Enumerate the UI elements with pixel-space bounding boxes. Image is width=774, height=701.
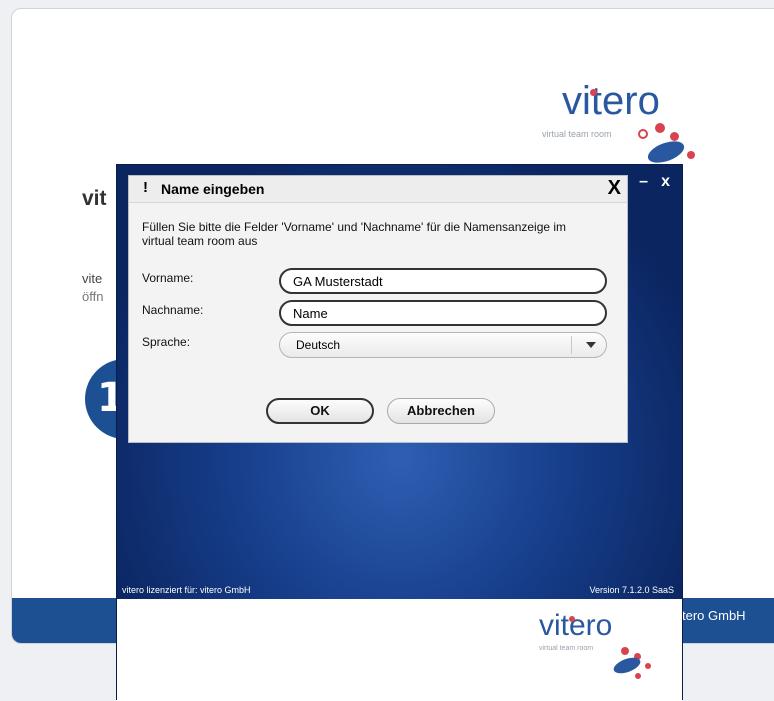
logo-wordmark: vitero [539,609,613,642]
footer-text: tero GmbH [682,608,746,623]
minimize-button[interactable]: – [639,173,648,191]
logo-dot [687,151,695,159]
select-divider [571,336,572,354]
language-select-value: Deutsch [296,338,341,352]
dialog-close-button[interactable]: X [608,177,621,200]
language-label: Sprache: [142,335,191,349]
chevron-down-icon [586,342,596,348]
logo-dot [638,129,648,139]
license-text: vitero lizenziert für: vitero GmbH [122,585,251,595]
last-name-label: Nachname: [142,303,204,317]
logo-tagline: virtual team room [539,645,594,652]
logo-tagline: virtual team room [542,129,612,139]
background-heading: vit [82,187,107,210]
logo-ellipse [645,137,687,167]
dialog-title: Name eingeben [161,181,265,197]
ok-button[interactable]: OK [266,398,374,424]
language-select[interactable]: Deutsch [279,332,607,358]
cancel-button[interactable]: Abbrechen [387,398,495,424]
logo-wordmark: vitero [562,79,660,123]
version-text: Version 7.1.2.0 SaaS [589,585,674,595]
first-name-input[interactable] [279,268,607,294]
background-text: vite [82,271,103,286]
dialog-description: Füllen Sie bitte die Felder 'Vorname' un… [142,220,567,248]
logo-dot [670,132,679,141]
logo-dot [590,89,597,96]
name-dialog: ! Name eingeben X Füllen Sie bitte die F… [128,175,628,443]
close-window-button[interactable]: x [661,173,670,191]
exclamation-icon: ! [143,179,148,196]
logo-dot [635,673,641,679]
logo-dot [569,616,575,622]
logo-dot [645,663,651,669]
logo-dot [621,647,629,655]
logo-dot [655,123,665,133]
vitero-logo-bottom: vitero virtual team room [535,609,675,689]
first-name-label: Vorname: [142,271,194,285]
background-text: öffn [82,289,104,304]
dialog-titlebar: ! Name eingeben X [129,176,627,203]
last-name-input[interactable] [279,300,607,326]
client-footer-panel: vitero virtual team room [117,599,682,701]
